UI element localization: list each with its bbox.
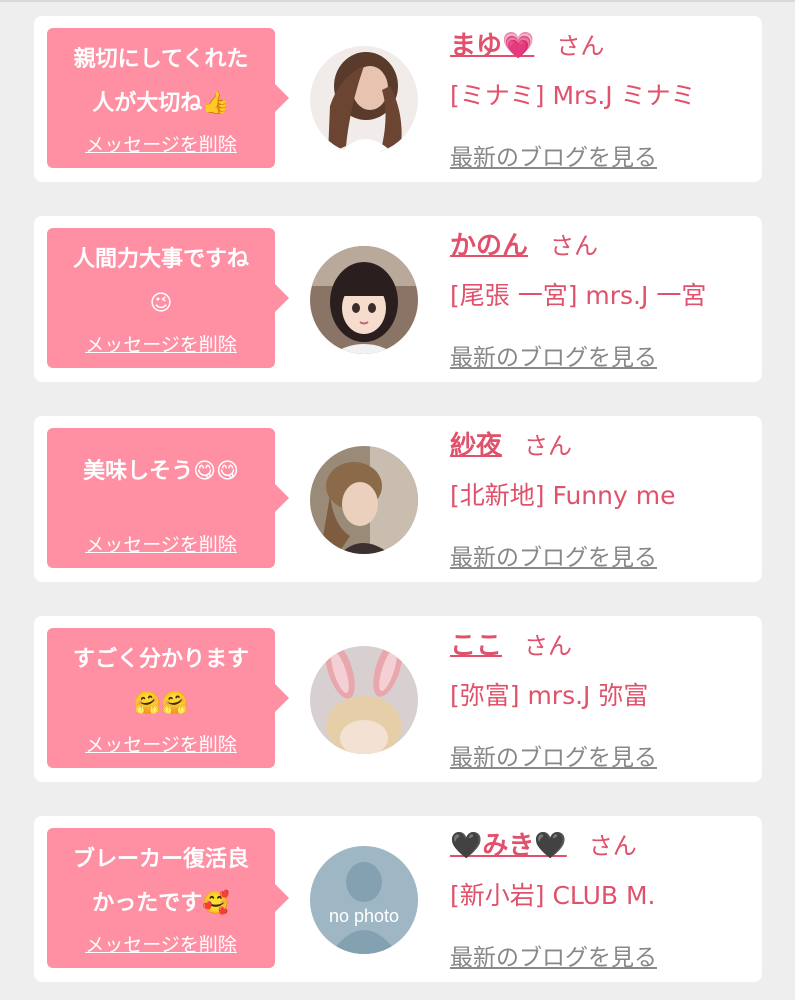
top-divider [0, 0, 795, 2]
message-text: 美味しそう😋😋 [83, 459, 239, 484]
user-info: ここ さん [弥富] mrs.J 弥富 最新のブログを見る [450, 626, 752, 771]
message-card: 人間力大事ですね 😉 メッセージを削除 かのん さん [尾張 一宮] mrs.J … [34, 216, 762, 382]
user-name-link[interactable]: 紗夜 [450, 431, 502, 461]
message-text: ブレーカー復活良 かったです🥰 [72, 847, 249, 916]
message-card: ブレーカー復活良 かったです🥰 メッセージを削除 no photo 🖤みき🖤 さん… [34, 816, 762, 982]
honorific: さん [556, 32, 605, 60]
user-name-link[interactable]: 🖤みき🖤 [450, 831, 567, 861]
message-bubble: 親切にしてくれた 人が大切ね👍 メッセージを削除 [47, 28, 289, 168]
woman-updo-photo-icon[interactable] [310, 446, 418, 554]
user-name-link[interactable]: ここ [450, 631, 502, 661]
message-text: 親切にしてくれた 人が大切ね👍 [73, 47, 249, 116]
message-card: 親切にしてくれた 人が大切ね👍 メッセージを削除 まゆ💗 さん [ミナミ] Mrs… [34, 16, 762, 182]
shop-label: [弥富] mrs.J 弥富 [450, 681, 649, 710]
user-name-link[interactable]: かのん [450, 231, 528, 261]
anime-girl-illustration-icon[interactable] [310, 246, 418, 354]
shop-label: [尾張 一宮] mrs.J 一宮 [450, 281, 707, 310]
user-info: 紗夜 さん [北新地] Funny me 最新のブログを見る [450, 426, 752, 571]
honorific: さん [588, 832, 637, 860]
no-photo-text: no photo [329, 906, 399, 926]
user-info: かのん さん [尾張 一宮] mrs.J 一宮 最新のブログを見る [450, 226, 752, 371]
message-text: 人間力大事ですね 😉 [72, 247, 249, 316]
message-card: すごく分かります 🤗🤗 メッセージを削除 ここ さん [弥富] mrs.J 弥富 … [34, 616, 762, 782]
latest-blog-link[interactable]: 最新のブログを見る [450, 938, 657, 972]
message-card: 美味しそう😋😋 メッセージを削除 紗夜 さん [北新地] Funny me 最新の… [34, 416, 762, 582]
shop-label: [ミナミ] Mrs.J ミナミ [450, 81, 696, 110]
woman-long-hair-photo-icon[interactable] [310, 46, 418, 154]
shop-label: [北新地] Funny me [450, 481, 676, 510]
delete-message-link[interactable]: メッセージを削除 [47, 330, 275, 357]
delete-message-link[interactable]: メッセージを削除 [47, 530, 275, 557]
latest-blog-link[interactable]: 最新のブログを見る [450, 538, 657, 572]
message-bubble: 美味しそう😋😋 メッセージを削除 [47, 428, 289, 568]
bunny-ears-photo-icon[interactable] [310, 646, 418, 754]
latest-blog-link[interactable]: 最新のブログを見る [450, 338, 657, 372]
user-info: 🖤みき🖤 さん [新小岩] CLUB M. 最新のブログを見る [450, 826, 752, 971]
latest-blog-link[interactable]: 最新のブログを見る [450, 738, 657, 772]
message-bubble: ブレーカー復活良 かったです🥰 メッセージを削除 [47, 828, 289, 968]
delete-message-link[interactable]: メッセージを削除 [47, 930, 275, 957]
user-name-link[interactable]: まゆ💗 [450, 31, 534, 61]
message-bubble: すごく分かります 🤗🤗 メッセージを削除 [47, 628, 289, 768]
honorific: さん [524, 432, 573, 460]
user-info: まゆ💗 さん [ミナミ] Mrs.J ミナミ 最新のブログを見る [450, 26, 752, 171]
honorific: さん [550, 232, 599, 260]
latest-blog-link[interactable]: 最新のブログを見る [450, 138, 657, 172]
message-bubble: 人間力大事ですね 😉 メッセージを削除 [47, 228, 289, 368]
shop-label: [新小岩] CLUB M. [450, 881, 656, 910]
honorific: さん [524, 632, 573, 660]
no-photo-placeholder-icon[interactable]: no photo [310, 846, 418, 954]
delete-message-link[interactable]: メッセージを削除 [47, 130, 275, 157]
message-text: すごく分かります 🤗🤗 [72, 647, 249, 716]
delete-message-link[interactable]: メッセージを削除 [47, 730, 275, 757]
